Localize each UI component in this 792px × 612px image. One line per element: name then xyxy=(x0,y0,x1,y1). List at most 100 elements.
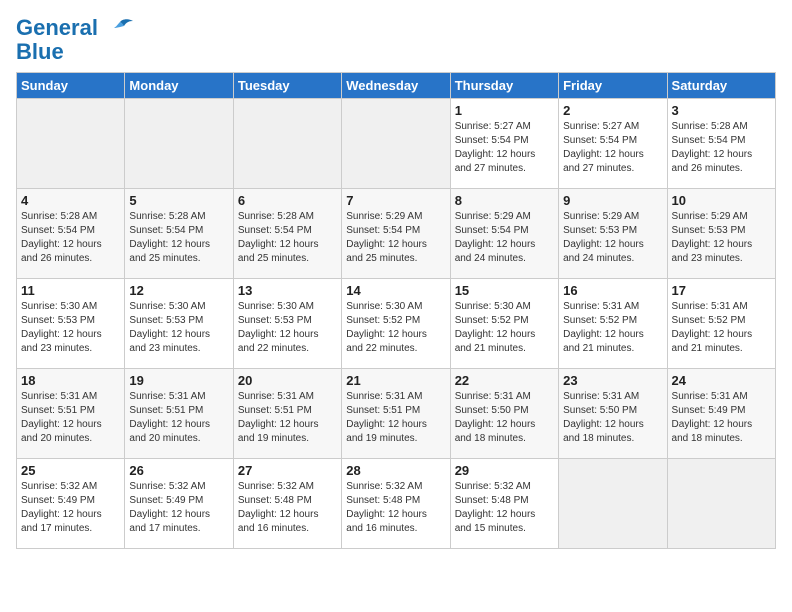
calendar-body: 1 Sunrise: 5:27 AM Sunset: 5:54 PM Daylig… xyxy=(17,99,776,549)
day-info: Sunrise: 5:30 AM Sunset: 5:52 PM Dayligh… xyxy=(346,300,445,356)
day-info: Sunrise: 5:31 AM Sunset: 5:51 PM Dayligh… xyxy=(346,390,445,446)
calendar-cell xyxy=(559,459,667,549)
calendar-cell: 27 Sunrise: 5:32 AM Sunset: 5:48 PM Dayli… xyxy=(233,459,341,549)
calendar-cell: 19 Sunrise: 5:31 AM Sunset: 5:51 PM Dayli… xyxy=(125,369,233,459)
calendar-cell xyxy=(667,459,775,549)
day-number: 23 xyxy=(563,373,662,388)
calendar-cell: 2 Sunrise: 5:27 AM Sunset: 5:54 PM Daylig… xyxy=(559,99,667,189)
day-info: Sunrise: 5:30 AM Sunset: 5:52 PM Dayligh… xyxy=(455,300,554,356)
day-number: 2 xyxy=(563,103,662,118)
day-number: 10 xyxy=(672,193,771,208)
day-number: 19 xyxy=(129,373,228,388)
day-number: 16 xyxy=(563,283,662,298)
calendar-cell: 21Sunrise: 5:31 AM Sunset: 5:51 PM Dayli… xyxy=(342,369,450,459)
day-info: Sunrise: 5:30 AM Sunset: 5:53 PM Dayligh… xyxy=(129,300,228,356)
calendar-cell: 15 Sunrise: 5:30 AM Sunset: 5:52 PM Dayli… xyxy=(450,279,558,369)
day-info: Sunrise: 5:27 AM Sunset: 5:54 PM Dayligh… xyxy=(455,120,554,176)
day-number: 29 xyxy=(455,463,554,478)
calendar-cell: 4 Sunrise: 5:28 AM Sunset: 5:54 PM Daylig… xyxy=(17,189,125,279)
calendar-cell: 17 Sunrise: 5:31 AM Sunset: 5:52 PM Dayli… xyxy=(667,279,775,369)
calendar-week-row: 4 Sunrise: 5:28 AM Sunset: 5:54 PM Daylig… xyxy=(17,189,776,279)
calendar-cell: 3Sunrise: 5:28 AM Sunset: 5:54 PM Daylig… xyxy=(667,99,775,189)
day-number: 26 xyxy=(129,463,228,478)
calendar-cell xyxy=(342,99,450,189)
calendar-cell: 24 Sunrise: 5:31 AM Sunset: 5:49 PM Dayli… xyxy=(667,369,775,459)
weekday-header-friday: Friday xyxy=(559,73,667,99)
day-number: 12 xyxy=(129,283,228,298)
day-number: 9 xyxy=(563,193,662,208)
calendar-cell xyxy=(233,99,341,189)
calendar-cell: 23Sunrise: 5:31 AM Sunset: 5:50 PM Dayli… xyxy=(559,369,667,459)
day-number: 5 xyxy=(129,193,228,208)
logo-text-blue: Blue xyxy=(16,40,134,64)
calendar-cell xyxy=(17,99,125,189)
calendar-cell: 16 Sunrise: 5:31 AM Sunset: 5:52 PM Dayli… xyxy=(559,279,667,369)
day-info: Sunrise: 5:31 AM Sunset: 5:52 PM Dayligh… xyxy=(672,300,771,356)
day-number: 27 xyxy=(238,463,337,478)
day-info: Sunrise: 5:28 AM Sunset: 5:54 PM Dayligh… xyxy=(672,120,771,176)
day-info: Sunrise: 5:31 AM Sunset: 5:51 PM Dayligh… xyxy=(21,390,120,446)
day-info: Sunrise: 5:31 AM Sunset: 5:51 PM Dayligh… xyxy=(129,390,228,446)
day-number: 15 xyxy=(455,283,554,298)
calendar-cell: 8Sunrise: 5:29 AM Sunset: 5:54 PM Daylig… xyxy=(450,189,558,279)
day-number: 22 xyxy=(455,373,554,388)
calendar-cell: 25Sunrise: 5:32 AM Sunset: 5:49 PM Dayli… xyxy=(17,459,125,549)
calendar-cell: 5Sunrise: 5:28 AM Sunset: 5:54 PM Daylig… xyxy=(125,189,233,279)
day-number: 7 xyxy=(346,193,445,208)
calendar-cell: 12 Sunrise: 5:30 AM Sunset: 5:53 PM Dayli… xyxy=(125,279,233,369)
day-info: Sunrise: 5:27 AM Sunset: 5:54 PM Dayligh… xyxy=(563,120,662,176)
day-info: Sunrise: 5:32 AM Sunset: 5:48 PM Dayligh… xyxy=(455,480,554,536)
weekday-header-monday: Monday xyxy=(125,73,233,99)
calendar-cell xyxy=(125,99,233,189)
calendar-week-row: 18 Sunrise: 5:31 AM Sunset: 5:51 PM Dayli… xyxy=(17,369,776,459)
weekday-header-sunday: Sunday xyxy=(17,73,125,99)
day-info: Sunrise: 5:31 AM Sunset: 5:51 PM Dayligh… xyxy=(238,390,337,446)
calendar-cell: 14 Sunrise: 5:30 AM Sunset: 5:52 PM Dayli… xyxy=(342,279,450,369)
day-number: 11 xyxy=(21,283,120,298)
calendar-header: SundayMondayTuesdayWednesdayThursdayFrid… xyxy=(17,73,776,99)
day-info: Sunrise: 5:32 AM Sunset: 5:49 PM Dayligh… xyxy=(129,480,228,536)
calendar-cell: 13 Sunrise: 5:30 AM Sunset: 5:53 PM Dayli… xyxy=(233,279,341,369)
day-number: 17 xyxy=(672,283,771,298)
logo-text: General xyxy=(16,16,134,40)
day-info: Sunrise: 5:29 AM Sunset: 5:53 PM Dayligh… xyxy=(672,210,771,266)
calendar-cell: 6Sunrise: 5:28 AM Sunset: 5:54 PM Daylig… xyxy=(233,189,341,279)
calendar-cell: 9Sunrise: 5:29 AM Sunset: 5:53 PM Daylig… xyxy=(559,189,667,279)
calendar-week-row: 25 Sunrise: 5:32 AM Sunset: 5:49 PM Dayli… xyxy=(17,459,776,549)
calendar-cell: 26 Sunrise: 5:32 AM Sunset: 5:49 PM Dayli… xyxy=(125,459,233,549)
day-number: 18 xyxy=(21,373,120,388)
calendar-cell: 11 Sunrise: 5:30 AM Sunset: 5:53 PM Dayli… xyxy=(17,279,125,369)
day-number: 8 xyxy=(455,193,554,208)
day-info: Sunrise: 5:32 AM Sunset: 5:48 PM Dayligh… xyxy=(346,480,445,536)
logo: General Blue xyxy=(16,16,134,64)
calendar-cell: 28 Sunrise: 5:32 AM Sunset: 5:48 PM Dayli… xyxy=(342,459,450,549)
calendar-cell: 7 Sunrise: 5:29 AM Sunset: 5:54 PM Daylig… xyxy=(342,189,450,279)
day-info: Sunrise: 5:32 AM Sunset: 5:48 PM Dayligh… xyxy=(238,480,337,536)
weekday-header-saturday: Saturday xyxy=(667,73,775,99)
calendar-cell: 20 Sunrise: 5:31 AM Sunset: 5:51 PM Dayli… xyxy=(233,369,341,459)
calendar-table: SundayMondayTuesdayWednesdayThursdayFrid… xyxy=(16,72,776,549)
day-info: Sunrise: 5:28 AM Sunset: 5:54 PM Dayligh… xyxy=(21,210,120,266)
day-number: 20 xyxy=(238,373,337,388)
day-info: Sunrise: 5:30 AM Sunset: 5:53 PM Dayligh… xyxy=(238,300,337,356)
day-info: Sunrise: 5:31 AM Sunset: 5:49 PM Dayligh… xyxy=(672,390,771,446)
weekday-header-wednesday: Wednesday xyxy=(342,73,450,99)
day-number: 28 xyxy=(346,463,445,478)
page-header: General Blue xyxy=(16,16,776,64)
day-info: Sunrise: 5:29 AM Sunset: 5:54 PM Dayligh… xyxy=(346,210,445,266)
weekday-header-row: SundayMondayTuesdayWednesdayThursdayFrid… xyxy=(17,73,776,99)
calendar-cell: 18 Sunrise: 5:31 AM Sunset: 5:51 PM Dayli… xyxy=(17,369,125,459)
day-info: Sunrise: 5:28 AM Sunset: 5:54 PM Dayligh… xyxy=(238,210,337,266)
day-info: Sunrise: 5:30 AM Sunset: 5:53 PM Dayligh… xyxy=(21,300,120,356)
day-number: 24 xyxy=(672,373,771,388)
calendar-week-row: 11 Sunrise: 5:30 AM Sunset: 5:53 PM Dayli… xyxy=(17,279,776,369)
day-number: 25 xyxy=(21,463,120,478)
weekday-header-tuesday: Tuesday xyxy=(233,73,341,99)
day-number: 4 xyxy=(21,193,120,208)
calendar-cell: 1 Sunrise: 5:27 AM Sunset: 5:54 PM Daylig… xyxy=(450,99,558,189)
day-number: 1 xyxy=(455,103,554,118)
day-number: 14 xyxy=(346,283,445,298)
day-info: Sunrise: 5:31 AM Sunset: 5:52 PM Dayligh… xyxy=(563,300,662,356)
weekday-header-thursday: Thursday xyxy=(450,73,558,99)
day-number: 13 xyxy=(238,283,337,298)
